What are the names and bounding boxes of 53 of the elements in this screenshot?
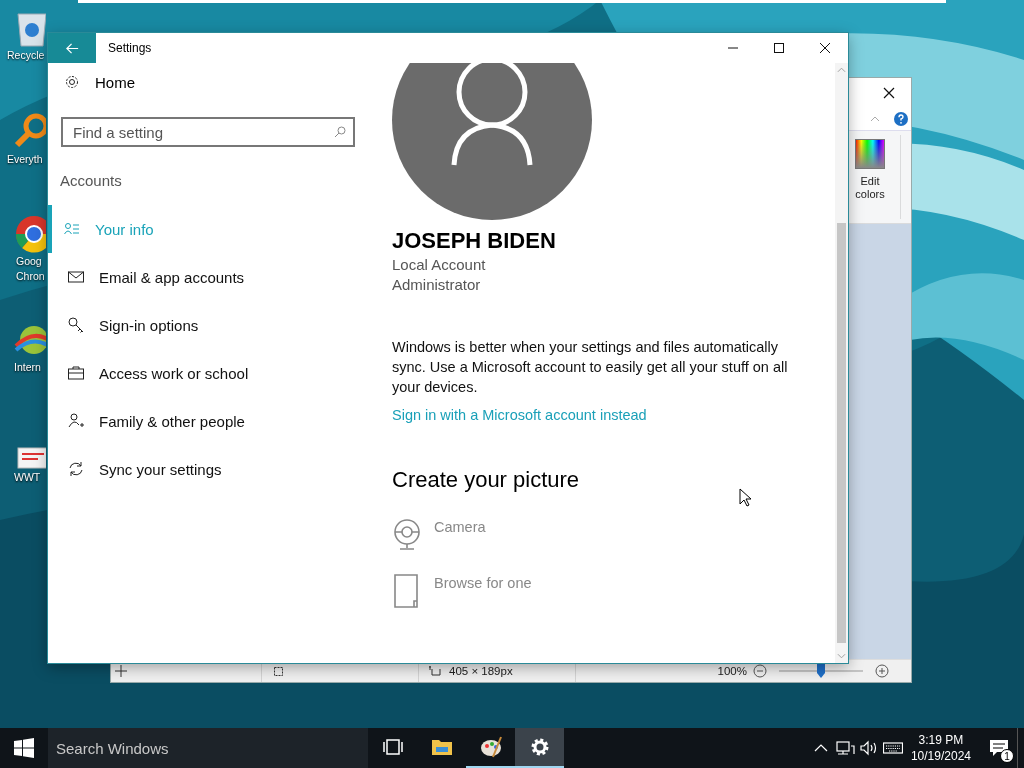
account-type: Local Account [392, 255, 487, 275]
maximize-icon [774, 43, 784, 53]
desktop-icon-label[interactable]: Recycle [7, 48, 45, 63]
selection-icon [272, 665, 284, 677]
briefcase-icon [68, 365, 84, 381]
desktop-icon-label[interactable]: Goog Chron [16, 254, 46, 284]
desktop-icon-label[interactable]: Everyth [7, 152, 43, 167]
desktop-icon-label[interactable]: WWT [14, 470, 41, 485]
volume-icon[interactable] [858, 740, 879, 756]
desktop-icon-label[interactable]: Intern [14, 360, 41, 375]
keyboard-icon[interactable] [882, 740, 903, 756]
move-icon [115, 665, 127, 677]
settings-button[interactable] [515, 728, 564, 768]
document-icon[interactable] [16, 446, 46, 470]
settings-icon [64, 74, 80, 90]
person-add-icon [68, 413, 84, 429]
edit-colors-button[interactable]: Edit colors [850, 133, 890, 207]
nav-item[interactable]: Access work or school [48, 349, 368, 397]
person-list-icon [64, 221, 80, 237]
palette-icon [478, 735, 503, 759]
zoom-out-icon[interactable] [753, 664, 767, 678]
zoom-slider[interactable] [779, 664, 863, 678]
windows-logo-icon [14, 738, 34, 758]
mail-icon [68, 269, 84, 285]
zoom-in-icon[interactable] [875, 664, 889, 678]
image-size-icon [429, 665, 441, 677]
mouse-cursor-icon [739, 488, 751, 507]
image-size: 405 × 189px [449, 665, 513, 677]
nav-item[interactable]: Sync your settings [48, 445, 368, 493]
clock[interactable]: 3:19 PM 10/19/2024 [910, 732, 971, 764]
slider-thumb[interactable] [817, 664, 825, 678]
account-name: JOSEPH BIDEN [392, 227, 557, 255]
notification-count: 1 [1000, 749, 1014, 763]
close-icon [820, 43, 830, 53]
color-spectrum-icon [855, 139, 885, 169]
sync-icon [68, 461, 84, 477]
section-heading: Accounts [60, 171, 123, 191]
search-icon [334, 126, 346, 138]
nav-item[interactable]: Family & other people [48, 397, 368, 445]
account-role: Administrator [392, 275, 482, 295]
nav-item[interactable]: Sign-in options [48, 301, 368, 349]
search-box[interactable]: Search Windows [48, 728, 368, 768]
key-icon [68, 317, 84, 333]
help-icon[interactable] [894, 112, 908, 126]
close-icon[interactable] [883, 87, 895, 99]
promo-text: Windows is better when your settings and files automatically sync. Use a Microsoft account to easily get all your stuff on all your devices. [392, 338, 789, 397]
section-heading: Create your picture [392, 466, 581, 494]
network-icon[interactable] [834, 740, 855, 756]
nav-item[interactable]: Email & app accounts [48, 253, 368, 301]
search-field[interactable]: Find a setting [61, 117, 355, 147]
home-link[interactable]: Home [48, 64, 368, 100]
zoom-level: 100% [717, 665, 747, 677]
window-title: Settings [108, 41, 152, 55]
